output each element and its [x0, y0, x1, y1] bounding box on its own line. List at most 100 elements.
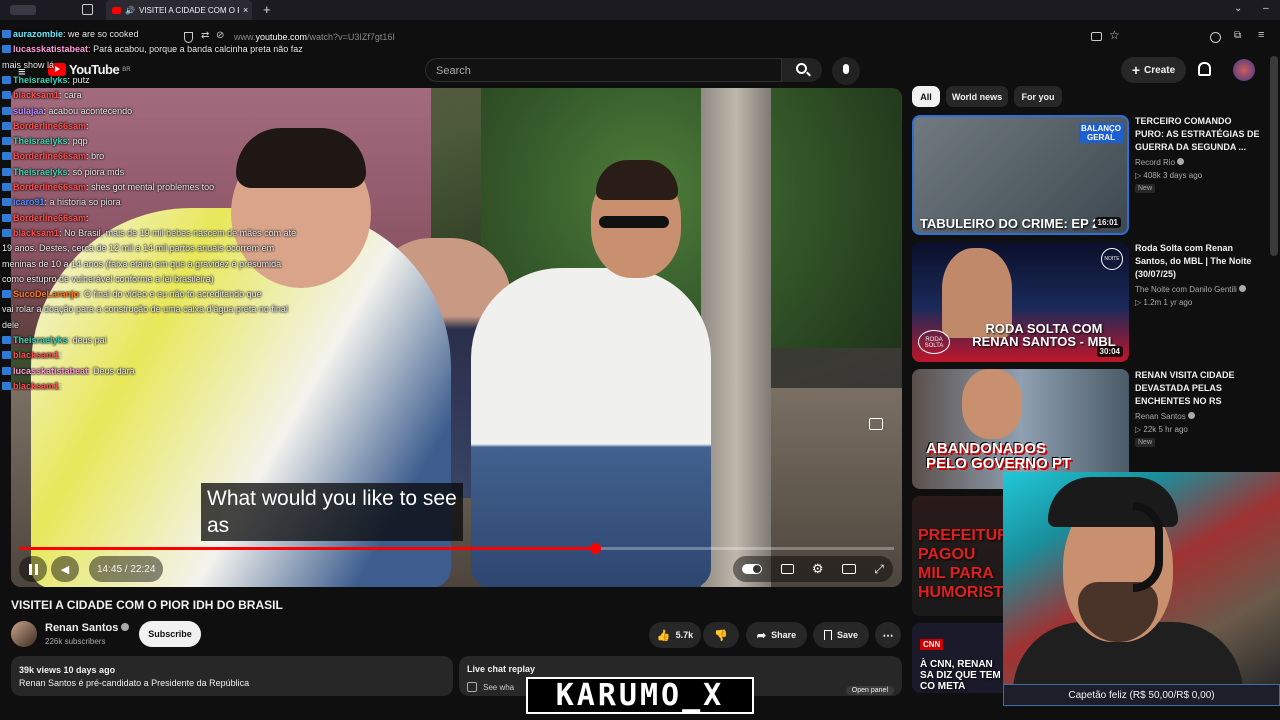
chat-text: deus pai — [72, 335, 107, 345]
thumb-text: PREFEITURA PAGOU MIL PARA HUMORISTA — [918, 527, 1020, 601]
chat-message: Borderline66sam: shes got mental problem… — [2, 181, 214, 194]
video-caption: What would you like to see as — [201, 483, 463, 541]
save-button[interactable]: Save — [813, 622, 869, 648]
share-icon: ➦ — [756, 629, 767, 642]
microphone-icon — [843, 64, 849, 74]
voice-search-button[interactable] — [832, 57, 860, 85]
bookmark-star-icon[interactable]: ☆ — [1109, 28, 1120, 42]
verified-icon — [1187, 412, 1195, 419]
verified-icon — [1177, 158, 1185, 165]
chat-message: Theisraelyks: deus pai — [2, 334, 107, 347]
picture-in-picture-icon[interactable] — [1091, 32, 1102, 41]
chip-world-news[interactable]: World news — [946, 86, 1008, 107]
avatar[interactable] — [1233, 59, 1255, 81]
related-channel-2[interactable]: The Noite com Danilo Gentili — [1135, 285, 1247, 294]
chat-badge-icon — [2, 137, 11, 146]
subtitles-icon[interactable] — [780, 564, 794, 574]
chat-message: lucasskatistabeat: Pará acabou, porque a… — [2, 43, 303, 56]
channel-name[interactable]: Renan Santos — [45, 622, 130, 634]
related-title-2[interactable]: Roda Solta com Renan Santos, do MBL | Th… — [1135, 242, 1260, 281]
like-button[interactable]: 👍 5.7k — [649, 622, 701, 648]
chat-message: Theisraelyks: só piora mds — [2, 166, 124, 179]
chat-username: blacksam1 — [13, 380, 60, 391]
chat-username: Borderline66sam — [13, 182, 87, 192]
account-icon[interactable] — [1210, 32, 1221, 43]
tab-close-icon[interactable]: × — [243, 5, 248, 15]
autoplay-preview-icon[interactable] — [869, 418, 883, 430]
fullscreen-icon[interactable]: ⤢ — [874, 562, 884, 577]
minimize-icon[interactable]: – — [1263, 3, 1269, 14]
menu-icon[interactable]: ≡ — [1258, 29, 1264, 41]
related-thumbnail-1[interactable]: BALANÇO GERAL TABULEIRO DO CRIME: EP 2 1… — [912, 115, 1129, 235]
chat-badge-icon — [2, 91, 11, 100]
related-title-3[interactable]: RENAN VISITA CIDADE DEVASTADA PELAS ENCH… — [1135, 369, 1260, 408]
thumb-text: À CNN, RENAN SA DIZ QUE TEM CO META REDU… — [920, 659, 1001, 693]
theater-mode-icon[interactable] — [841, 564, 856, 574]
dislike-button[interactable]: 👎 — [703, 622, 739, 648]
tab-list-icon[interactable]: ⌄ — [1234, 3, 1242, 14]
chat-message: Theisraelyks: pqp — [2, 135, 88, 148]
chat-text: como estupro de vulnerável conforme a le… — [2, 273, 214, 284]
video-frame-pole — [701, 88, 771, 587]
related-thumbnail-2[interactable]: NOITE RODA SOLTA COM RENAN SANTOS - MBL … — [912, 242, 1129, 362]
tab-overview-icon[interactable] — [82, 4, 93, 15]
video-title: VISITEI A CIDADE COM O PIOR IDH DO BRASI… — [11, 598, 283, 612]
share-button[interactable]: ➦ Share — [746, 622, 807, 648]
thumb-text: TABULEIRO DO CRIME: EP 2 — [920, 216, 1100, 231]
thumb-text: ABANDONADOS PELO GOVERNO PT — [926, 440, 1072, 472]
open-panel-button[interactable]: Open panel — [845, 686, 894, 695]
notifications-bell-icon[interactable] — [1198, 62, 1211, 76]
tab-title: VISITEI A CIDADE COM O PI — [138, 5, 239, 15]
chat-username: SucoDeLaranjo — [13, 289, 80, 300]
related-channel-1[interactable]: Record Rio — [1135, 158, 1185, 167]
duration-badge: 30:04 — [1096, 346, 1123, 357]
sidebar-toggle-icon[interactable] — [10, 5, 36, 15]
live-chat-checkbox[interactable] — [467, 682, 477, 692]
chat-message: Borderline66sam: — [2, 212, 89, 225]
chat-username: sulajaa — [13, 105, 44, 116]
chip-for-you[interactable]: For you — [1014, 86, 1062, 107]
thumbs-up-icon: 👍 — [656, 629, 671, 642]
chat-message: 19 anos. Destes, cerca de 12 mil a 14 mi… — [2, 242, 274, 255]
donation-goal: Capetão feliz (R$ 50,00/R$ 0,00) — [1003, 684, 1280, 706]
chat-text: No Brasil, mais de 19 mil bebes nascem d… — [64, 227, 297, 238]
autoplay-toggle[interactable] — [742, 564, 763, 574]
more-actions-button[interactable]: ⋯ — [875, 622, 901, 648]
chat-badge-icon — [2, 198, 11, 207]
pause-button[interactable] — [19, 556, 47, 582]
chat-username: Theisraelyks — [13, 166, 68, 177]
description-box[interactable]: 39k views 10 days ago Renan Santos é pré… — [11, 656, 453, 696]
chat-text: shes got mental problemes too — [91, 182, 215, 192]
progress-bar-played — [19, 547, 595, 550]
related-meta-1: ▷ 408k 3 days ago — [1135, 171, 1203, 180]
channel-avatar[interactable] — [11, 621, 37, 647]
more-dots-icon: ⋯ — [882, 629, 894, 642]
settings-gear-icon[interactable]: ⚙ — [812, 561, 824, 577]
pause-icon — [28, 563, 38, 575]
audio-icon[interactable]: 🔊 — [125, 6, 135, 15]
related-channel-3[interactable]: Renan Santos — [1135, 412, 1195, 421]
chat-text: 19 anos. Destes, cerca de 12 mil a 14 mi… — [2, 243, 275, 254]
page-scrollbar[interactable] — [1270, 56, 1278, 256]
volume-button[interactable]: ◀ — [51, 556, 79, 582]
create-button[interactable]: + Create — [1121, 57, 1186, 83]
new-badge: New — [1135, 184, 1156, 193]
related-thumbnail-3[interactable]: ABANDONADOS PELO GOVERNO PT — [912, 369, 1129, 489]
thumb-text: RODA SOLTA COM RENAN SANTOS - MBL — [972, 321, 1116, 349]
chat-username: blacksam1 — [13, 90, 60, 101]
chip-all[interactable]: All — [912, 86, 940, 107]
chat-message: Theisraelyks: putz — [2, 74, 90, 87]
related-title-1[interactable]: TERCEIRO COMANDO PURO: AS ESTRATÉGIAS DE… — [1135, 115, 1260, 154]
chat-message: mais show lá — [2, 59, 54, 72]
extensions-icon[interactable]: ⧉ — [1234, 30, 1241, 41]
subscribe-button[interactable]: Subscribe — [139, 621, 201, 647]
chat-message: meninas de 10 a 14 anos (faixa etária em… — [2, 258, 281, 271]
new-tab-icon[interactable]: + — [263, 2, 271, 17]
chat-username: Borderline66sam — [13, 151, 87, 162]
chat-badge-icon — [2, 366, 11, 375]
search-input[interactable]: Search — [425, 58, 782, 82]
browser-tab[interactable]: 🔊 VISITEI A CIDADE COM O PI × — [106, 0, 252, 20]
search-button[interactable] — [782, 58, 822, 82]
progress-scrubber-handle[interactable] — [589, 543, 601, 554]
chat-message: Borderline66sam: — [2, 120, 89, 133]
